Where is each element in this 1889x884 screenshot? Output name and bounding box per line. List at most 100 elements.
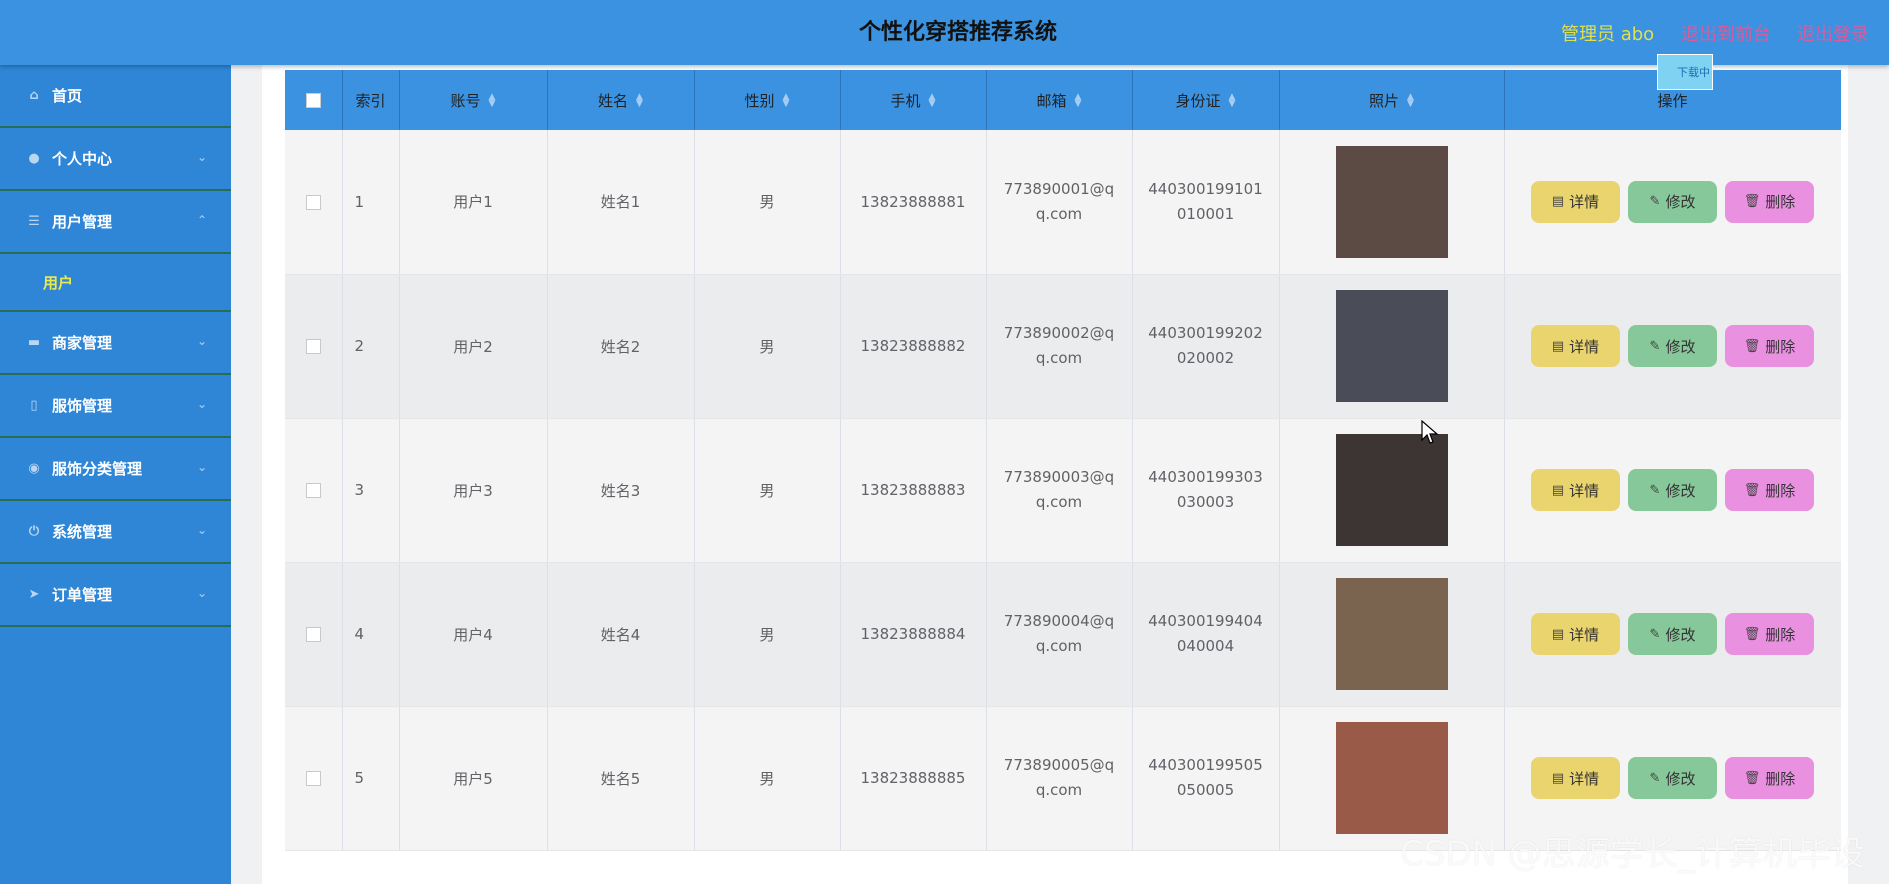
user-photo[interactable]: [1335, 578, 1448, 690]
cell-id-card: 440300199202020002: [1132, 274, 1280, 419]
trash-icon: 🗑: [1743, 770, 1761, 786]
user-photo[interactable]: [1335, 145, 1448, 258]
cell-email: 773890002@qq.com: [986, 274, 1133, 419]
user-photo[interactable]: [1335, 290, 1448, 402]
column-header-photo[interactable]: 照片 ▲ ▼: [1279, 70, 1505, 130]
cell-name: 姓名5: [547, 706, 695, 851]
edit-button[interactable]: ✎ 修改: [1628, 325, 1717, 367]
cell-index: 5: [342, 706, 400, 851]
pencil-icon: ✎: [1649, 770, 1661, 786]
cell-gender: 男: [694, 562, 841, 707]
trash-icon: 🗑: [1743, 194, 1761, 210]
chevron-up-icon: ⌃: [196, 213, 207, 227]
cell-photo: [1279, 418, 1505, 563]
cell-account: 用户3: [399, 418, 548, 563]
sort-icon[interactable]: ▲ ▼: [489, 93, 496, 109]
table-row: 3 用户3 姓名3 男 13823888883 773890003@qq.com 44030…: [285, 418, 1841, 563]
id-card-text: 440300199101010001: [1148, 179, 1263, 223]
location-icon: ◉: [28, 461, 40, 476]
sidebar-item-user-management[interactable]: ☰ 用户管理 ⌃: [0, 191, 231, 254]
column-header-account[interactable]: 账号 ▲ ▼: [399, 70, 548, 130]
cell-name: 姓名3: [547, 418, 695, 563]
row-checkbox[interactable]: [305, 483, 321, 498]
sidebar-item-label: 服饰分类管理: [52, 460, 143, 478]
edit-button[interactable]: ✎ 修改: [1628, 757, 1717, 799]
row-checkbox[interactable]: [305, 194, 321, 210]
pencil-icon: ✎: [1649, 482, 1661, 498]
sidebar-subitem-user[interactable]: 用户: [0, 254, 231, 312]
cell-phone: 13823888884: [840, 562, 987, 707]
trash-icon: 🗑: [1743, 626, 1761, 642]
row-select-cell: [285, 130, 343, 275]
document-icon: ▤: [1551, 194, 1565, 210]
sort-icon[interactable]: ▲ ▼: [1407, 93, 1414, 109]
back-to-frontend-link[interactable]: 退出到前台: [1681, 20, 1771, 46]
delete-button[interactable]: 🗑 删除: [1725, 180, 1814, 223]
row-select-cell: [285, 418, 343, 563]
sidebar-item-profile[interactable]: ● 个人中心 ⌄: [0, 128, 231, 191]
sidebar-item-system-management[interactable]: ⏻ 系统管理 ⌄: [0, 501, 231, 564]
cell-actions: ▤ 详情 ✎ 修改 🗑 删除: [1504, 562, 1841, 707]
chevron-down-icon: ⌄: [196, 334, 207, 348]
table-row: 1 用户1 姓名1 男 13823888881 773890001@qq.com 44030…: [285, 130, 1841, 275]
id-card-text: 440300199505050005: [1148, 756, 1263, 799]
detail-button[interactable]: ▤ 详情: [1531, 613, 1620, 655]
row-checkbox[interactable]: [305, 771, 321, 786]
sort-icon[interactable]: ▲ ▼: [783, 93, 790, 109]
column-header-phone[interactable]: 手机 ▲ ▼: [840, 70, 987, 130]
user-icon: ●: [28, 151, 40, 166]
delete-button[interactable]: 🗑 删除: [1725, 757, 1814, 799]
logout-link[interactable]: 退出登录: [1797, 20, 1869, 46]
email-text: 773890005@qq.com: [1003, 756, 1115, 799]
user-photo[interactable]: [1335, 434, 1448, 546]
edit-button[interactable]: ✎ 修改: [1628, 180, 1717, 223]
sort-icon[interactable]: ▲ ▼: [929, 93, 936, 109]
user-table: 索引 账号 ▲ ▼ 姓名 ▲ ▼ 性别 ▲ ▼ 手机 ▲ ▼ 邮箱 ▲ ▼ 身份证 ▲ ▼ 照片 ▲ ▼ 操…: [285, 70, 1841, 851]
document-icon: ▤: [1551, 338, 1565, 354]
email-text: 773890003@qq.com: [1003, 468, 1115, 511]
cell-gender: 男: [694, 418, 841, 563]
cell-photo: [1279, 562, 1505, 707]
delete-button[interactable]: 🗑 删除: [1725, 613, 1814, 655]
sort-icon[interactable]: ▲ ▼: [636, 93, 643, 109]
edit-button[interactable]: ✎ 修改: [1628, 469, 1717, 511]
sidebar-item-clothing-category-management[interactable]: ◉ 服饰分类管理 ⌄: [0, 438, 231, 501]
detail-button[interactable]: ▤ 详情: [1531, 757, 1620, 799]
row-checkbox[interactable]: [305, 339, 321, 354]
sidebar-item-merchant-management[interactable]: ▬ 商家管理 ⌄: [0, 312, 231, 375]
column-header-name[interactable]: 姓名 ▲ ▼: [547, 70, 695, 130]
cell-actions: ▤ 详情 ✎ 修改 🗑 删除: [1504, 274, 1841, 419]
delete-button[interactable]: 🗑 删除: [1725, 325, 1814, 367]
delete-button[interactable]: 🗑 删除: [1725, 469, 1814, 511]
select-all-checkbox[interactable]: [305, 93, 321, 108]
sidebar-item-home[interactable]: ⌂ 首页: [0, 65, 231, 128]
cell-account: 用户4: [399, 562, 548, 707]
user-photo[interactable]: [1335, 722, 1448, 834]
cell-email: 773890001@qq.com: [986, 130, 1133, 275]
user-table-container: 索引 账号 ▲ ▼ 姓名 ▲ ▼ 性别 ▲ ▼ 手机 ▲ ▼ 邮箱 ▲ ▼ 身份证 ▲ ▼ 照片 ▲ ▼ 操…: [285, 70, 1841, 884]
sort-icon[interactable]: ▲ ▼: [1075, 93, 1082, 109]
cell-name: 姓名2: [547, 274, 695, 419]
admin-username: 管理员 abo: [1561, 24, 1655, 45]
column-header-gender[interactable]: 性别 ▲ ▼: [694, 70, 841, 130]
sort-icon[interactable]: ▲ ▼: [1229, 93, 1236, 109]
sidebar-item-clothing-management[interactable]: ▯ 服饰管理 ⌄: [0, 375, 231, 438]
cell-gender: 男: [694, 706, 841, 851]
edit-button[interactable]: ✎ 修改: [1628, 613, 1717, 655]
cell-phone: 13823888883: [840, 418, 987, 563]
phone-icon: ▯: [30, 398, 38, 413]
send-icon: ➤: [28, 587, 40, 602]
sidebar-item-label: 服饰管理: [52, 397, 113, 415]
sidebar-item-order-management[interactable]: ➤ 订单管理 ⌄: [0, 564, 231, 627]
row-select-cell: [285, 274, 343, 419]
pencil-icon: ✎: [1649, 338, 1661, 354]
cell-name: 姓名1: [547, 130, 695, 275]
row-checkbox[interactable]: [305, 627, 321, 642]
detail-button[interactable]: ▤ 详情: [1531, 325, 1620, 367]
cell-index: 4: [342, 562, 400, 707]
detail-button[interactable]: ▤ 详情: [1531, 469, 1620, 511]
power-icon: ⏻: [28, 524, 40, 539]
column-header-email[interactable]: 邮箱 ▲ ▼: [986, 70, 1133, 130]
column-header-id-card[interactable]: 身份证 ▲ ▼: [1132, 70, 1280, 130]
detail-button[interactable]: ▤ 详情: [1531, 180, 1620, 223]
